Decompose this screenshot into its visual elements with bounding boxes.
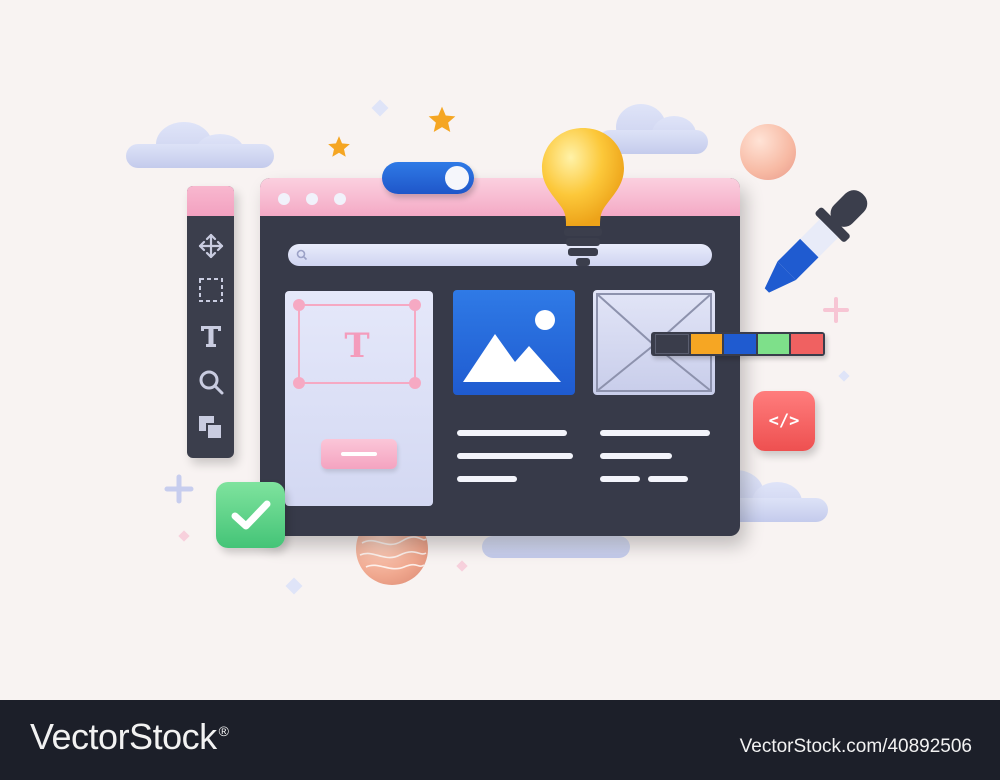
- window-control-dot[interactable]: [278, 193, 290, 205]
- marquee-select-icon[interactable]: [195, 274, 227, 306]
- lightbulb-icon: [542, 128, 624, 266]
- code-icon: </>: [768, 411, 800, 431]
- landscape-image-icon: [463, 310, 561, 382]
- cube-icon: [285, 577, 303, 595]
- tool-palette-header: [187, 186, 234, 216]
- tool-palette: [187, 186, 234, 458]
- resize-handle[interactable]: [293, 377, 305, 389]
- text-line: [600, 453, 672, 459]
- brand-name: VectorStock: [30, 716, 217, 757]
- sphere-icon: [740, 124, 796, 180]
- layers-icon[interactable]: [195, 412, 227, 444]
- text-layout-card[interactable]: T: [285, 291, 433, 506]
- toggle-knob: [445, 166, 469, 190]
- cloud-top-left: [126, 122, 274, 168]
- address-bar[interactable]: [288, 244, 712, 266]
- code-badge[interactable]: </>: [753, 391, 815, 451]
- asset-id[interactable]: VectorStock.com/40892506: [740, 736, 972, 758]
- text-line: [457, 430, 567, 436]
- star-icon: [328, 136, 350, 157]
- text-frame: T: [293, 299, 421, 389]
- plus-icon: [164, 474, 194, 504]
- resize-handle[interactable]: [293, 299, 305, 311]
- window-control-dot[interactable]: [334, 193, 346, 205]
- cube-icon: [371, 99, 389, 117]
- pink-button[interactable]: [321, 439, 397, 469]
- color-palette-strip[interactable]: [651, 332, 825, 356]
- registered-mark: ®: [218, 723, 229, 739]
- color-swatch[interactable]: [757, 334, 790, 354]
- text-line: [457, 453, 573, 459]
- browser-window: T: [260, 178, 740, 536]
- text-frame-letter: T: [344, 326, 370, 366]
- eyedropper-icon[interactable]: [740, 178, 880, 314]
- text-line: [457, 476, 517, 482]
- brand-logo[interactable]: VectorStock ®: [30, 716, 229, 758]
- window-titlebar: [260, 178, 740, 216]
- text-tool-icon[interactable]: [195, 320, 227, 352]
- cube-icon: [178, 530, 190, 542]
- color-swatch[interactable]: [724, 334, 756, 354]
- color-swatch[interactable]: [791, 334, 823, 354]
- zoom-icon[interactable]: [195, 366, 227, 398]
- move-icon[interactable]: [195, 230, 227, 262]
- color-swatch[interactable]: [690, 334, 723, 354]
- star-icon: [428, 106, 456, 132]
- text-line: [648, 476, 688, 482]
- color-swatch[interactable]: [655, 334, 689, 354]
- text-line: [600, 476, 640, 482]
- image-placeholder-card[interactable]: [453, 290, 575, 395]
- toggle-switch[interactable]: [382, 162, 474, 194]
- checkmark-badge[interactable]: [216, 482, 285, 548]
- cube-icon: [456, 560, 468, 572]
- window-control-dot[interactable]: [306, 193, 318, 205]
- search-icon: [296, 249, 308, 261]
- resize-handle[interactable]: [409, 377, 421, 389]
- resize-handle[interactable]: [409, 299, 421, 311]
- checkmark-icon: [231, 500, 270, 530]
- watermark-footer: VectorStock ® VectorStock.com/40892506: [0, 700, 1000, 780]
- text-line: [600, 430, 710, 436]
- cube-icon: [838, 370, 850, 382]
